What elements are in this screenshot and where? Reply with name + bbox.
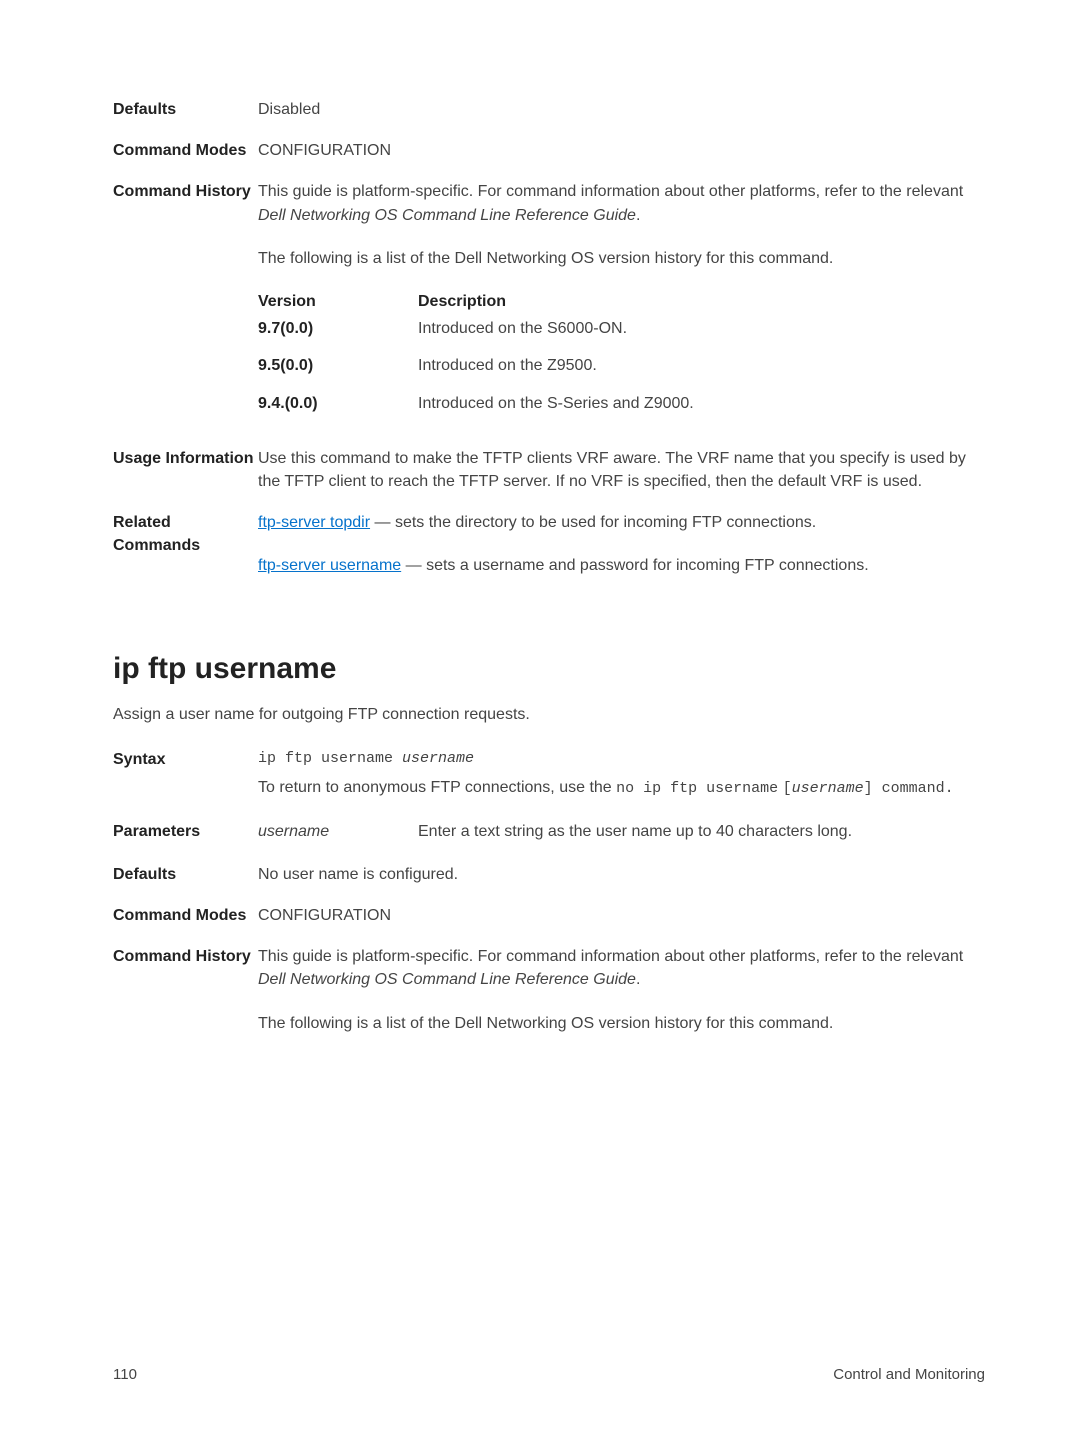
description-header: Description [418, 290, 985, 313]
syntax-row: Syntax ip ftp username username To retur… [113, 748, 985, 800]
usage-information-row: Usage Information Use this command to ma… [113, 447, 985, 493]
defaults-value: Disabled [258, 98, 985, 121]
version-header: Version [258, 290, 418, 313]
version-row: 9.5(0.0) Introduced on the Z9500. [258, 354, 985, 377]
text: — sets a username and password for incom… [401, 557, 868, 574]
guide-title: Dell Networking OS Command Line Referenc… [258, 207, 636, 224]
syntax-negate: To return to anonymous FTP connections, … [258, 776, 985, 800]
version-cell: 9.5(0.0) [258, 354, 418, 377]
parameters-value: username Enter a text string as the user… [258, 820, 985, 843]
code-arg: username [792, 780, 864, 797]
code-bracket: [ [783, 780, 792, 797]
usage-information-label: Usage Information [113, 447, 258, 493]
version-table-header: Version Description [258, 290, 985, 313]
defaults-row: Defaults Disabled [113, 98, 985, 121]
version-row: 9.7(0.0) Introduced on the S6000-ON. [258, 317, 985, 340]
version-row: 9.4.(0.0) Introduced on the S-Series and… [258, 392, 985, 415]
syntax-value: ip ftp username username To return to an… [258, 748, 985, 800]
section-intro: Assign a user name for outgoing FTP conn… [113, 703, 985, 726]
command-modes-label: Command Modes [113, 139, 258, 162]
parameter-name: username [258, 820, 418, 843]
parameters-row: Parameters username Enter a text string … [113, 820, 985, 843]
command-history-value: This guide is platform-specific. For com… [258, 945, 985, 1035]
command-modes-label: Command Modes [113, 904, 258, 927]
text: This guide is platform-specific. For com… [258, 948, 963, 965]
description-cell: Introduced on the S-Series and Z9000. [418, 392, 985, 415]
command-modes-value: CONFIGURATION [258, 904, 985, 927]
description-cell: Introduced on the S6000-ON. [418, 317, 985, 340]
ftp-server-username-link[interactable]: ftp-server username [258, 557, 401, 574]
version-cell: 9.7(0.0) [258, 317, 418, 340]
related-commands-value: ftp-server topdir — sets the directory t… [258, 511, 985, 577]
page-footer: 110 Control and Monitoring [113, 1364, 985, 1386]
related-command-item: ftp-server topdir — sets the directory t… [258, 511, 985, 534]
command-history-label: Command History [113, 180, 258, 428]
related-commands-label: Related Commands [113, 511, 258, 577]
syntax-arg: username [402, 750, 474, 767]
syntax-label: Syntax [113, 748, 258, 800]
command-modes-value: CONFIGURATION [258, 139, 985, 162]
text: . [636, 971, 640, 988]
parameters-label: Parameters [113, 820, 258, 843]
text: ip ftp username [258, 750, 402, 767]
usage-information-text: Use this command to make the TFTP client… [258, 447, 985, 493]
text: To return to anonymous FTP connections, … [258, 779, 616, 796]
defaults-row-2: Defaults No user name is configured. [113, 863, 985, 886]
code-bracket: ] command. [864, 780, 954, 797]
text: — sets the directory to be used for inco… [370, 514, 816, 531]
guide-title: Dell Networking OS Command Line Referenc… [258, 971, 636, 988]
defaults-value: No user name is configured. [258, 863, 985, 886]
command-modes-row: Command Modes CONFIGURATION [113, 139, 985, 162]
code: no ip ftp username [616, 780, 778, 797]
defaults-label: Defaults [113, 863, 258, 886]
command-history-intro: This guide is platform-specific. For com… [258, 945, 985, 991]
text: This guide is platform-specific. For com… [258, 183, 963, 200]
page-number: 110 [113, 1364, 137, 1386]
parameter-description: Enter a text string as the user name up … [418, 820, 985, 843]
section-title: ip ftp username [113, 647, 985, 691]
description-cell: Introduced on the Z9500. [418, 354, 985, 377]
footer-section-name: Control and Monitoring [833, 1364, 985, 1386]
syntax-code: ip ftp username username [258, 748, 985, 770]
command-history-row-2: Command History This guide is platform-s… [113, 945, 985, 1035]
command-history-value: This guide is platform-specific. For com… [258, 180, 985, 428]
defaults-label: Defaults [113, 98, 258, 121]
command-history-following: The following is a list of the Dell Netw… [258, 1012, 985, 1035]
command-modes-row-2: Command Modes CONFIGURATION [113, 904, 985, 927]
ftp-server-topdir-link[interactable]: ftp-server topdir [258, 514, 370, 531]
command-history-following: The following is a list of the Dell Netw… [258, 247, 985, 270]
related-commands-row: Related Commands ftp-server topdir — set… [113, 511, 985, 577]
text: . [636, 207, 640, 224]
command-history-row: Command History This guide is platform-s… [113, 180, 985, 428]
related-command-item: ftp-server username — sets a username an… [258, 554, 985, 577]
version-cell: 9.4.(0.0) [258, 392, 418, 415]
command-history-intro: This guide is platform-specific. For com… [258, 180, 985, 226]
command-history-label: Command History [113, 945, 258, 1035]
